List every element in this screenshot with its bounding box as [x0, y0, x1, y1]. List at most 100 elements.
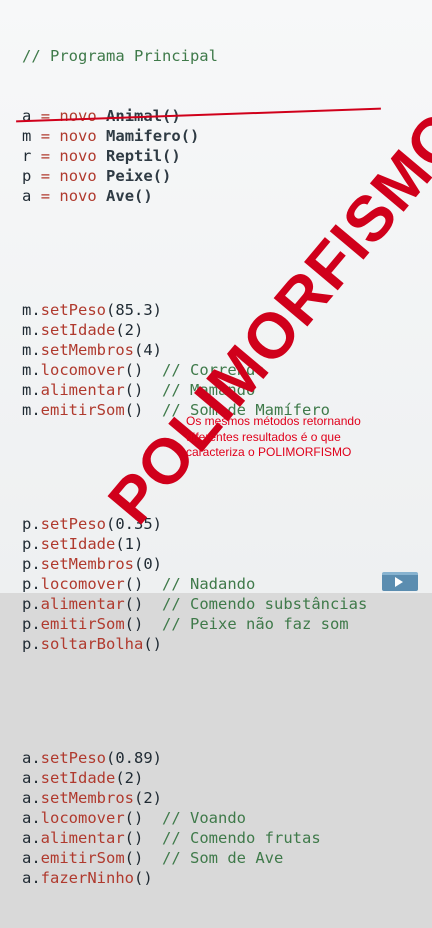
declaration-line: a = novo Ave() [22, 186, 367, 206]
object-ref: a. [22, 769, 41, 787]
object-ref: m. [22, 341, 41, 359]
method-name: alimentar [40, 595, 125, 613]
code-comment: // Peixe não faz som [143, 615, 349, 633]
method-name: setPeso [40, 515, 106, 533]
method-args: (1) [115, 535, 144, 553]
method-args: () [124, 849, 144, 867]
method-args: (0) [134, 555, 162, 573]
object-ref: p. [22, 515, 41, 533]
object-ref: m. [22, 381, 41, 399]
method-name: emitirSom [40, 849, 125, 867]
class-constructor: Peixe() [106, 167, 172, 185]
method-args: () [124, 615, 144, 633]
method-name: alimentar [40, 829, 125, 847]
variable-name: r [22, 147, 32, 165]
method-name: setMembros [40, 789, 134, 807]
object-ref: p. [22, 555, 41, 573]
object-ref: p. [22, 595, 41, 613]
play-icon [395, 577, 403, 587]
method-name: locomover [40, 361, 125, 379]
variable-name: a [22, 107, 32, 125]
variable-name: p [22, 167, 32, 185]
method-call-line: a.setMembros(2) [22, 788, 367, 808]
method-args: (2) [134, 789, 162, 807]
object-ref: a. [22, 849, 41, 867]
method-args: () [124, 809, 144, 827]
assign-operator: = [40, 147, 51, 165]
method-call-line: p.setMembros(0) [22, 554, 367, 574]
code-comment: // Comendo substâncias [143, 595, 368, 613]
code-comment: // Comendo frutas [143, 829, 321, 847]
novo-keyword: novo [59, 107, 97, 125]
object-ref: p. [22, 615, 41, 633]
method-name: soltarBolha [40, 635, 144, 653]
object-ref: a. [22, 789, 41, 807]
object-ref: p. [22, 535, 41, 553]
class-constructor: Reptil() [106, 147, 181, 165]
method-call-line: a.emitirSom() // Som de Ave [22, 848, 367, 868]
method-name: locomover [40, 809, 125, 827]
declaration-line: a = novo Animal() [22, 106, 367, 126]
object-ref: m. [22, 361, 41, 379]
method-call-line: p.setPeso(0.35) [22, 514, 367, 534]
object-ref: a. [22, 829, 41, 847]
method-name: setPeso [40, 301, 106, 319]
declaration-line: p = novo Peixe() [22, 166, 367, 186]
object-ref: m. [22, 301, 41, 319]
method-call-line: p.setIdade(1) [22, 534, 367, 554]
declaration-line: m = novo Mamifero() [22, 126, 367, 146]
method-call-line: a.fazerNinho() [22, 868, 367, 888]
object-ref: p. [22, 575, 41, 593]
method-args: () [124, 829, 144, 847]
declaration-line: r = novo Reptil() [22, 146, 367, 166]
method-name: setMembros [40, 555, 134, 573]
method-name: setMembros [40, 341, 134, 359]
assign-operator: = [40, 107, 51, 125]
method-call-line: p.alimentar() // Comendo substâncias [22, 594, 367, 614]
method-args: () [124, 381, 144, 399]
object-ref: p. [22, 635, 41, 653]
method-args: (0.89) [106, 749, 162, 767]
method-name: setIdade [40, 321, 116, 339]
method-call-line: m.setMembros(4) [22, 340, 367, 360]
method-name: emitirSom [40, 615, 125, 633]
class-constructor: Mamifero() [106, 127, 200, 145]
method-call-line: a.locomover() // Voando [22, 808, 367, 828]
variable-name: m [22, 127, 32, 145]
method-args: () [124, 361, 144, 379]
novo-keyword: novo [59, 127, 97, 145]
method-name: setIdade [40, 535, 116, 553]
method-args: (85.3) [106, 301, 162, 319]
novo-keyword: novo [59, 147, 97, 165]
method-call-line: p.locomover() // Nadando [22, 574, 367, 594]
method-args: (2) [115, 769, 144, 787]
assign-operator: = [40, 187, 51, 205]
method-name: locomover [40, 575, 125, 593]
header-comment: // Programa Principal [22, 47, 218, 65]
annotation-note: Os mesmos métodos retornando diferentes … [186, 414, 361, 459]
code-comment: // Voando [143, 809, 246, 827]
object-ref: a. [22, 869, 41, 887]
method-args: () [124, 595, 144, 613]
class-constructor: Ave() [106, 187, 153, 205]
class-constructor: Animal() [106, 107, 181, 125]
method-args: () [134, 869, 153, 887]
method-name: fazerNinho [40, 869, 134, 887]
method-args: () [143, 635, 162, 653]
method-args: () [124, 575, 144, 593]
code-comment: // Nadando [143, 575, 256, 593]
method-call-line: p.emitirSom() // Peixe não faz som [22, 614, 367, 634]
method-call-line: a.setPeso(0.89) [22, 748, 367, 768]
method-name: emitirSom [40, 401, 125, 419]
object-ref: a. [22, 809, 41, 827]
code-slide: // Programa Principal a = novo Animal() m… [0, 0, 432, 887]
method-name: setIdade [40, 769, 116, 787]
play-button[interactable] [382, 572, 418, 591]
ave-calls: a.setPeso(0.89) a.setIdade(2) a.setMembros… [22, 748, 367, 888]
method-args: () [124, 401, 144, 419]
novo-keyword: novo [59, 187, 97, 205]
novo-keyword: novo [59, 167, 97, 185]
method-name: setPeso [40, 749, 106, 767]
method-call-line: a.alimentar() // Comendo frutas [22, 828, 367, 848]
method-name: alimentar [40, 381, 125, 399]
